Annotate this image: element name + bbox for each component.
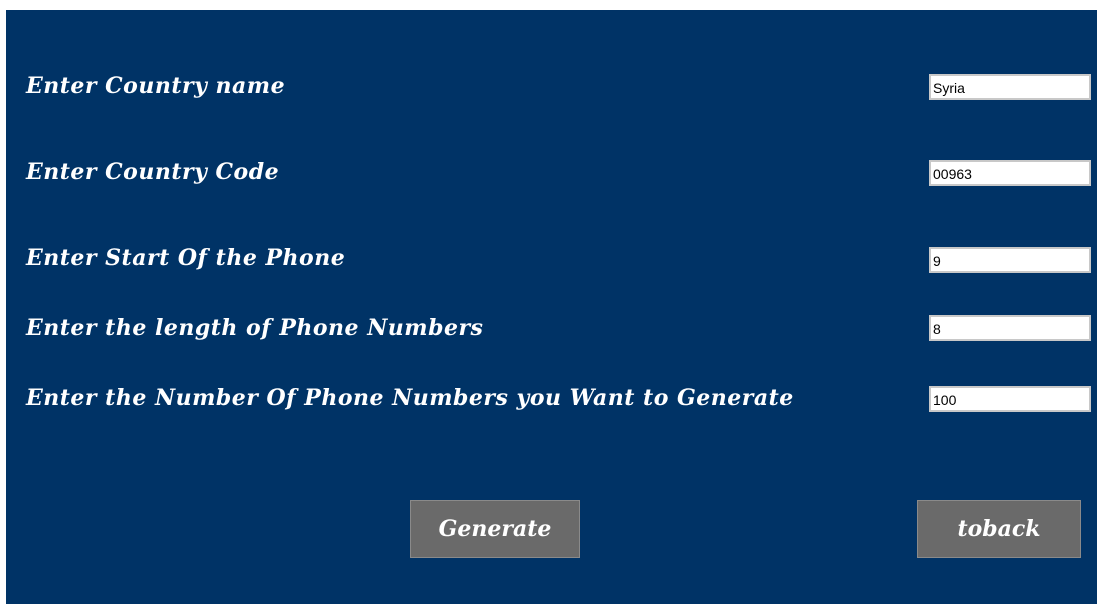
phone-length-label: Enter the length of Phone Numbers	[26, 315, 484, 341]
phone-count-input[interactable]	[929, 386, 1091, 412]
country-name-input[interactable]	[929, 74, 1091, 100]
generate-button[interactable]: Generate	[410, 500, 580, 558]
phone-count-label: Enter the Number Of Phone Numbers you Wa…	[26, 385, 794, 411]
back-button[interactable]: toback	[917, 500, 1081, 558]
country-code-input[interactable]	[929, 160, 1091, 186]
phone-start-label: Enter Start Of the Phone	[26, 245, 346, 271]
phone-length-input[interactable]	[929, 315, 1091, 341]
country-name-label: Enter Country name	[26, 73, 286, 99]
phone-start-input[interactable]	[929, 247, 1091, 273]
generator-panel: Enter Country name Enter Country Code En…	[6, 10, 1097, 604]
country-code-label: Enter Country Code	[26, 159, 280, 185]
